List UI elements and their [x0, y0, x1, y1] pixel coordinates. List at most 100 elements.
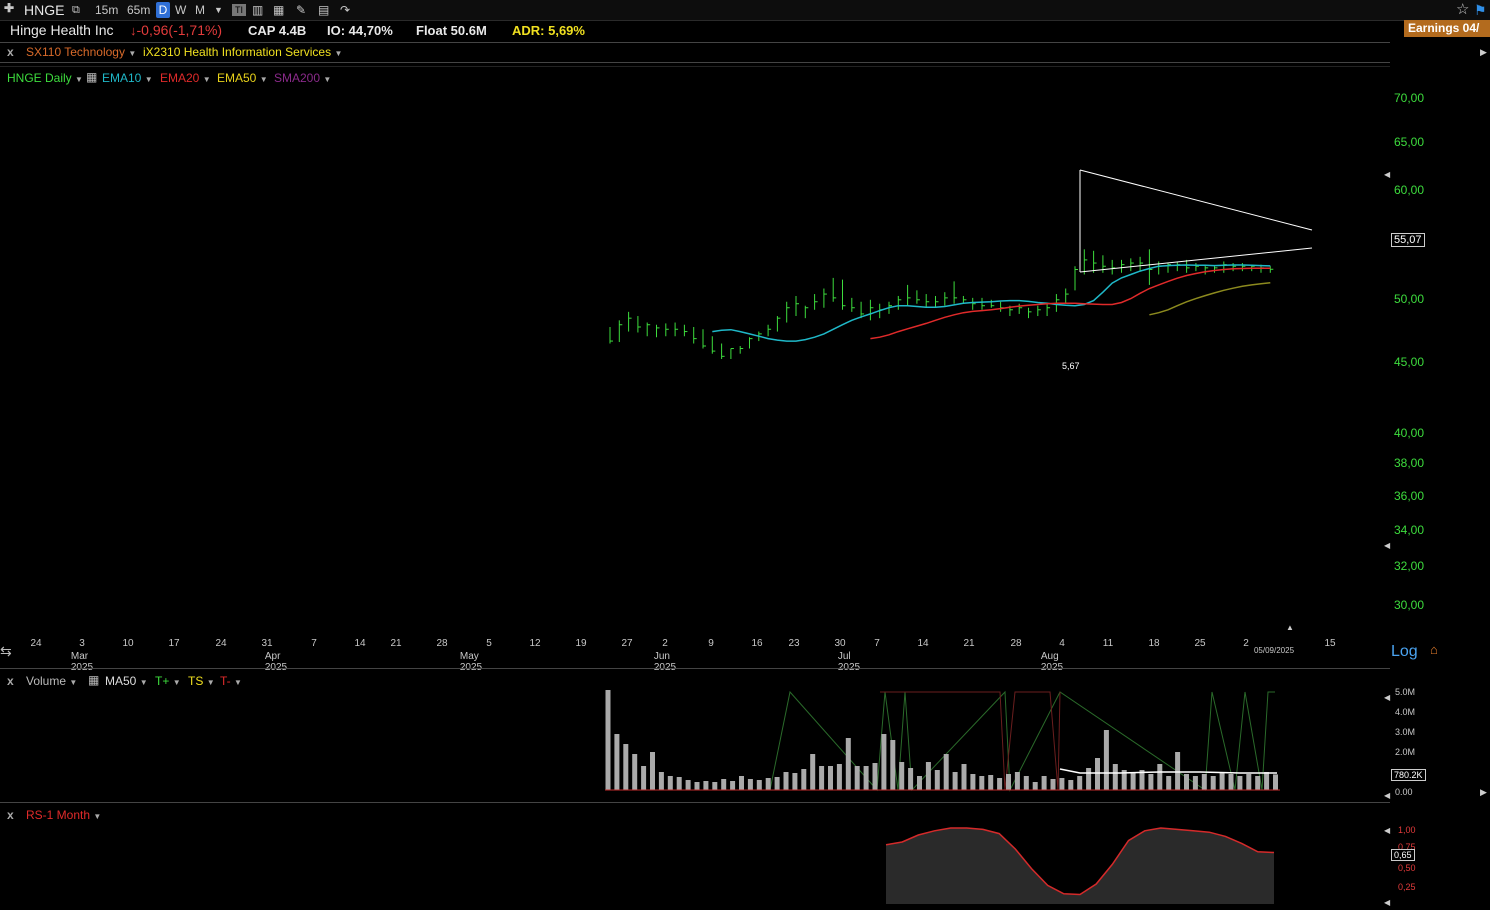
lock-icon[interactable]: ⌂ [1430, 642, 1438, 657]
timeframe-w[interactable]: W [175, 2, 186, 18]
date-tick: 9 [708, 638, 714, 649]
timeframe-d[interactable]: D [156, 2, 170, 18]
volume-bar [1130, 772, 1136, 790]
volume-bar [952, 772, 958, 790]
scroll-left-icon[interactable]: ◀ [1384, 898, 1390, 907]
rs-tick: 0,50 [1398, 863, 1416, 873]
volume-bar [721, 779, 727, 790]
volume-bar [747, 779, 753, 790]
volume-bar [1166, 776, 1172, 790]
rs-area [886, 828, 1274, 904]
chevron-down-icon: ▼ [334, 49, 343, 58]
price-tick: 45,00 [1394, 355, 1425, 369]
volume-bar [703, 781, 709, 790]
institutional-ownership: IO: 44,70% [327, 23, 393, 38]
timeframe-15m[interactable]: 15m [95, 2, 118, 18]
market-cap: CAP 4.4B [248, 23, 307, 38]
date-tick: 25 [1194, 638, 1206, 649]
volume-bar [872, 763, 878, 790]
sector-label[interactable]: SX110 Technology ▼ [26, 45, 136, 59]
share-icon[interactable]: ↷ [340, 2, 350, 18]
price-tick: 50,00 [1394, 292, 1425, 306]
date-tick: 24 [30, 638, 42, 649]
top-toolbar: ✚ HNGE ⧉ 15m 65m D W M ▼ TI ▥ ▦ ✎ ▤ ↷ ☆ … [0, 0, 1490, 21]
divider [0, 62, 1390, 63]
volume-bar [997, 778, 1003, 790]
price-chart[interactable]: 5,67 [0, 66, 1390, 636]
price-tick: 40,00 [1394, 426, 1425, 440]
earnings-badge[interactable]: Earnings 04/ [1404, 20, 1490, 37]
volume-bar [881, 734, 887, 790]
rs-chart[interactable] [0, 804, 1390, 910]
scroll-right-icon[interactable]: ▶ [1480, 47, 1487, 58]
scroll-up-icon[interactable]: ▲ [1286, 623, 1294, 632]
volume-bar [739, 776, 744, 790]
last-price-box: 55,07 [1391, 233, 1425, 247]
plus-icon[interactable]: ✚ [4, 0, 14, 16]
bar-chart-icon[interactable]: ▥ [252, 2, 263, 18]
volume-bar [1228, 774, 1234, 790]
signal-line-tplus [769, 690, 1275, 792]
signal-line-tminus [880, 691, 1061, 791]
symbol-label[interactable]: HNGE [24, 2, 64, 18]
sector-text: SX110 Technology [26, 45, 125, 59]
star-icon[interactable]: ☆ [1456, 2, 1469, 18]
volume-bar [641, 766, 647, 790]
volume-bar [934, 770, 940, 790]
volume-bar [961, 764, 967, 790]
volume-bar [988, 775, 994, 790]
ema20-line [870, 267, 1271, 340]
flag-icon[interactable]: ⚑ [1474, 2, 1487, 18]
volume-tick: 2.0M [1395, 747, 1416, 757]
scroll-right-icon[interactable]: ▶ [1480, 787, 1487, 798]
volume-bar [1219, 772, 1225, 790]
volume-bar [694, 782, 700, 790]
log-scale-toggle[interactable]: Log [1391, 643, 1418, 661]
scroll-left-icon[interactable]: ◀ [1384, 693, 1390, 702]
volume-bar [810, 754, 816, 790]
date-tick: 14 [354, 638, 366, 649]
volume-bar [1175, 752, 1181, 790]
volume-bar [1041, 776, 1047, 790]
last-rs-box: 0,65 [1391, 849, 1415, 861]
scroll-left-icon[interactable]: ◀ [1384, 791, 1390, 800]
date-tick: 24 [215, 638, 227, 649]
volume-bar [774, 777, 780, 790]
volume-bar [1059, 778, 1065, 790]
scroll-left-icon[interactable]: ◀ [1384, 541, 1390, 550]
date-tick: 2 [1243, 638, 1249, 649]
pencil-icon[interactable]: ✎ [296, 2, 306, 18]
volume-bar [863, 766, 869, 790]
volume-bar [1157, 764, 1163, 790]
volume-bar [765, 778, 771, 790]
date-tick: 27 [621, 638, 633, 649]
chart-type-icon[interactable]: TI [232, 4, 246, 16]
date-tick: 2 [662, 638, 668, 649]
volume-bar [917, 776, 922, 790]
volume-bar [1095, 758, 1100, 790]
camera-icon[interactable]: ⧉ [72, 2, 80, 18]
volume-bar [1032, 782, 1038, 790]
price-tick: 34,00 [1394, 523, 1425, 537]
rs-tick: 0,25 [1398, 882, 1416, 892]
timeframe-m[interactable]: M [195, 2, 205, 18]
date-tick: 19 [575, 638, 587, 649]
volume-bar [1006, 774, 1011, 790]
notes-icon[interactable]: ▤ [318, 2, 329, 18]
scroll-left-icon[interactable]: ◀ [1384, 170, 1390, 179]
volume-bar [1192, 776, 1198, 790]
timeframe-dropdown-icon[interactable]: ▼ [214, 2, 223, 18]
volume-bar [899, 762, 905, 790]
volume-bar [756, 780, 762, 790]
last-volume-box: 780.2K [1391, 769, 1426, 781]
timeframe-65m[interactable]: 65m [127, 2, 150, 18]
volume-chart[interactable] [0, 670, 1390, 800]
volume-bar [623, 744, 629, 790]
industry-label[interactable]: iX2310 Health Information Services ▼ [143, 45, 342, 59]
volume-bar [854, 766, 860, 790]
calculator-icon[interactable]: ▦ [273, 2, 284, 18]
expand-arrows-icon[interactable]: ⇆ [0, 643, 12, 660]
sector-close-button[interactable]: x [7, 45, 14, 59]
scroll-left-icon[interactable]: ◀ [1384, 826, 1390, 835]
date-tick: 30 [834, 638, 846, 649]
